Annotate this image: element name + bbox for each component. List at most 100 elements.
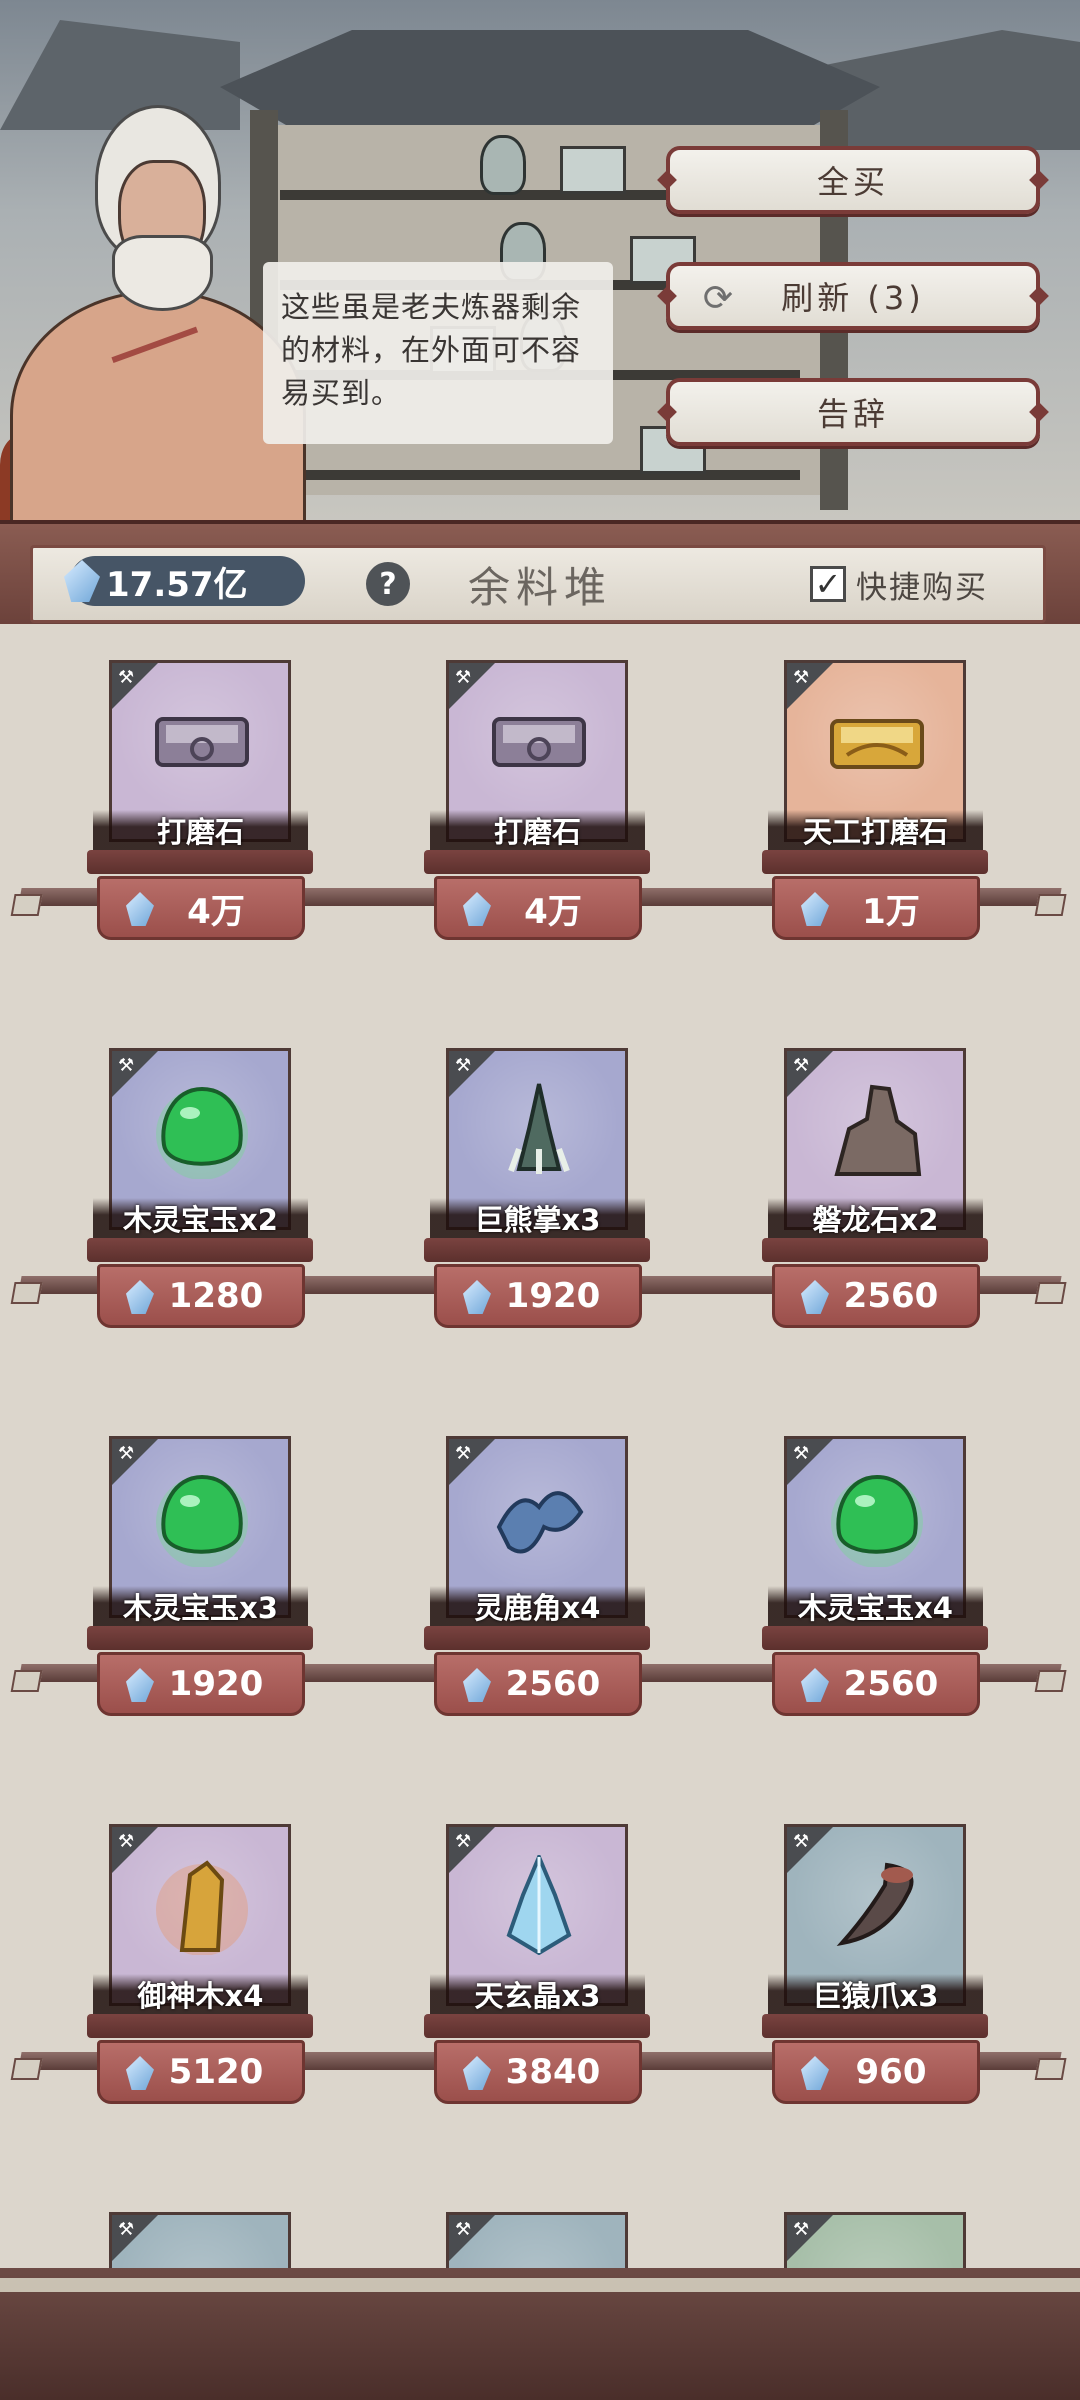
item-pedestal xyxy=(762,1626,988,1650)
shop-item[interactable]: ⚒ 天工打磨石 1万 xyxy=(762,660,993,960)
shop-item[interactable]: ⚒ 木灵宝玉x3 1920 xyxy=(87,1436,318,1736)
anvil-icon: ⚒ xyxy=(118,2219,135,2240)
anvil-icon: ⚒ xyxy=(455,1055,472,1076)
bottom-frame xyxy=(0,2268,1080,2400)
shop-item[interactable]: ⚒ 木灵宝玉x2 1280 xyxy=(87,1048,318,1348)
leave-label: 告辞 xyxy=(816,395,889,433)
spirit-stone-icon xyxy=(463,1668,491,1702)
dialog-text: 这些虽是老夫炼器剩余的材料，在外面可不容易买到。 xyxy=(281,290,582,410)
item-name: 御神木x4 xyxy=(93,1974,308,2016)
item-pedestal xyxy=(762,850,988,874)
npc-dialog-bubble: 这些虽是老夫炼器剩余的材料，在外面可不容易买到。 xyxy=(263,262,613,444)
price-button[interactable]: 4万 xyxy=(97,876,305,940)
anvil-icon: ⚒ xyxy=(118,1443,135,1464)
anvil-icon: ⚒ xyxy=(118,1831,135,1852)
price-button[interactable]: 2560 xyxy=(434,1652,642,1716)
price-button[interactable]: 5120 xyxy=(97,2040,305,2104)
item-name: 木灵宝玉x3 xyxy=(93,1586,308,1628)
item-green-jade-icon xyxy=(152,1079,252,1180)
box xyxy=(560,146,626,194)
shop-item[interactable]: ⚒ 打磨石 4万 xyxy=(87,660,318,960)
price-amount: 1万 xyxy=(862,891,920,932)
price-button[interactable]: 1920 xyxy=(434,1264,642,1328)
item-crystal-icon xyxy=(489,1851,589,1956)
spirit-stone-icon xyxy=(126,1280,154,1314)
spirit-stone-icon xyxy=(801,892,829,926)
quick-buy-checkbox[interactable]: ✓ xyxy=(810,566,846,602)
leave-button[interactable]: 告辞 xyxy=(666,378,1040,446)
price-button[interactable]: 2560 xyxy=(772,1264,980,1328)
price-amount: 4万 xyxy=(187,891,245,932)
price-amount: 5120 xyxy=(168,2052,264,2092)
spirit-stone-icon xyxy=(126,2056,154,2090)
anvil-icon: ⚒ xyxy=(793,1443,810,1464)
item-pedestal xyxy=(762,2014,988,2038)
item-name: 打磨石 xyxy=(93,810,308,852)
shop-item[interactable]: ⚒ 巨熊掌x3 1920 xyxy=(424,1048,655,1348)
price-button[interactable]: 1920 xyxy=(97,1652,305,1716)
item-name: 巨猿爪x3 xyxy=(768,1974,983,2016)
price-amount: 2560 xyxy=(843,1664,939,1704)
item-name: 磐龙石x2 xyxy=(768,1198,983,1240)
help-button[interactable]: ? xyxy=(366,562,410,606)
anvil-icon: ⚒ xyxy=(455,1831,472,1852)
shop-item[interactable]: ⚒ 木灵宝玉x4 2560 xyxy=(762,1436,993,1736)
spirit-stone-icon xyxy=(801,2056,829,2090)
item-pedestal xyxy=(424,1238,650,1262)
price-button[interactable]: 1280 xyxy=(97,1264,305,1328)
price-amount: 1920 xyxy=(505,1276,601,1316)
spirit-stone-icon xyxy=(463,1280,491,1314)
currency-amount: 17.57亿 xyxy=(106,564,248,605)
buy-all-button[interactable]: 全买 xyxy=(666,146,1040,214)
price-button[interactable]: 1万 xyxy=(772,876,980,940)
quick-buy-toggle[interactable]: ✓ 快捷购买 xyxy=(810,562,988,606)
item-name: 天玄晶x3 xyxy=(430,1974,645,2016)
anvil-icon: ⚒ xyxy=(793,2219,810,2240)
item-bear-paw-icon xyxy=(489,1079,589,1179)
spirit-stone-icon xyxy=(801,1280,829,1314)
item-pedestal xyxy=(87,1238,313,1262)
item-pedestal xyxy=(424,850,650,874)
shop-title: 余料堆 xyxy=(467,562,612,612)
anvil-icon: ⚒ xyxy=(455,2219,472,2240)
refresh-label: 刷新 (3) xyxy=(781,279,925,317)
shop-item[interactable]: ⚒ 灵鹿角x4 2560 xyxy=(424,1436,655,1736)
spirit-stone-icon xyxy=(463,892,491,926)
shop-item[interactable]: ⚒ 天玄晶x3 3840 xyxy=(424,1824,655,2124)
item-pedestal xyxy=(87,1626,313,1650)
shop-item[interactable]: ⚒ 磐龙石x2 2560 xyxy=(762,1048,993,1348)
price-button[interactable]: 960 xyxy=(772,2040,980,2104)
spirit-stone-icon xyxy=(126,892,154,926)
item-name: 木灵宝玉x4 xyxy=(768,1586,983,1628)
vase xyxy=(480,135,526,195)
item-gold-whetstone-icon xyxy=(827,691,927,791)
refresh-button[interactable]: ⟳ 刷新 (3) xyxy=(666,262,1040,330)
price-button[interactable]: 4万 xyxy=(434,876,642,940)
spirit-stone-icon xyxy=(126,1668,154,1702)
item-pedestal xyxy=(87,850,313,874)
spirit-stone-icon xyxy=(801,1668,829,1702)
anvil-icon: ⚒ xyxy=(793,1055,810,1076)
item-whetstone-icon xyxy=(489,691,589,791)
anvil-icon: ⚒ xyxy=(118,667,135,688)
price-button[interactable]: 3840 xyxy=(434,2040,642,2104)
price-amount: 1280 xyxy=(168,1276,264,1316)
npc-beard xyxy=(112,235,213,311)
quick-buy-label: 快捷购买 xyxy=(856,569,988,606)
item-whetstone-icon xyxy=(152,691,252,791)
item-name: 灵鹿角x4 xyxy=(430,1586,645,1628)
price-amount: 1920 xyxy=(168,1664,264,1704)
shop-item[interactable]: ⚒ 巨猿爪x3 960 xyxy=(762,1824,993,2124)
item-name: 天工打磨石 xyxy=(768,810,983,852)
item-name: 木灵宝玉x2 xyxy=(93,1198,308,1240)
shop-roof xyxy=(220,30,880,125)
help-icon: ? xyxy=(379,566,397,602)
item-ape-claw-icon xyxy=(827,1855,927,1955)
shop-item[interactable]: ⚒ 打磨石 4万 xyxy=(424,660,655,960)
item-green-jade-icon xyxy=(827,1467,927,1568)
item-name: 巨熊掌x3 xyxy=(430,1198,645,1240)
anvil-icon: ⚒ xyxy=(455,1443,472,1464)
shelf xyxy=(280,470,800,480)
price-button[interactable]: 2560 xyxy=(772,1652,980,1716)
shop-item[interactable]: ⚒ 御神木x4 5120 xyxy=(87,1824,318,2124)
